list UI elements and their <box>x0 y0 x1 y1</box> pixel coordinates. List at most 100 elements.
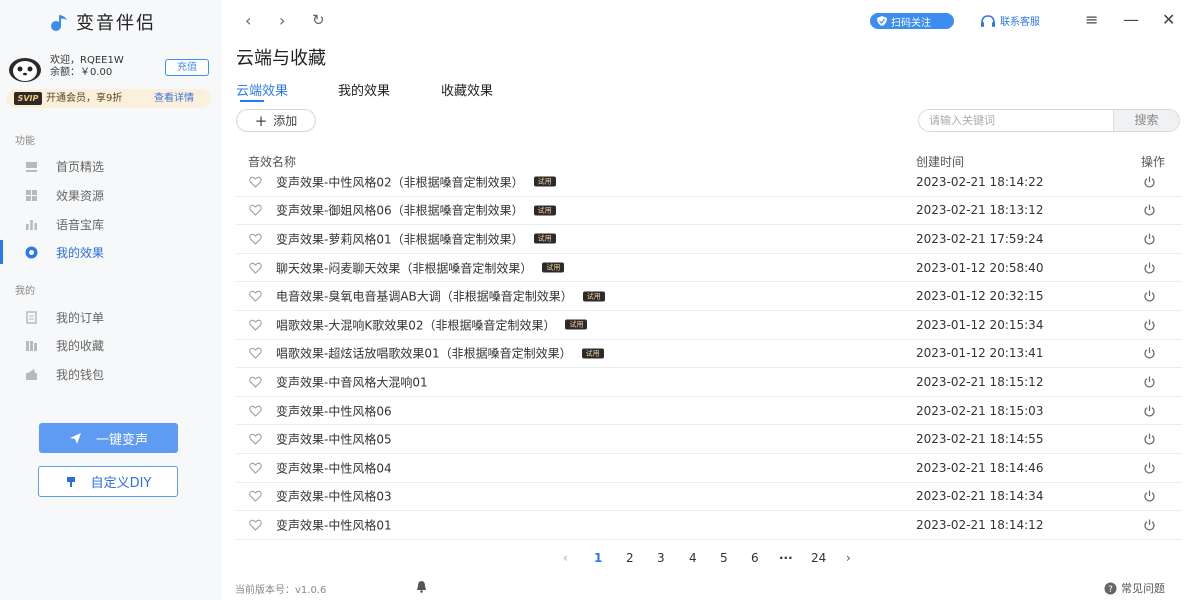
sidebar-item-resources[interactable]: 效果资源 <box>0 183 222 207</box>
favorite-heart-icon[interactable] <box>249 176 262 188</box>
recharge-button[interactable]: 充值 <box>165 59 209 76</box>
minimize-icon[interactable]: — <box>1123 10 1139 30</box>
created-time: 2023-01-12 20:15:34 <box>916 317 1044 332</box>
page-button-24[interactable]: 24 <box>811 551 826 565</box>
created-time: 2023-01-12 20:32:15 <box>916 289 1044 304</box>
power-icon[interactable] <box>1143 204 1156 217</box>
prev-page-button[interactable]: ‹ <box>563 551 568 565</box>
table-row[interactable]: 变声效果-御姐风格06（非根据嗓音定制效果） 试用 2023-02-21 18:13… <box>236 197 1182 226</box>
contact-support-label: 联系客服 <box>1000 17 1040 28</box>
add-button[interactable]: + 添加 <box>236 109 316 132</box>
power-icon[interactable] <box>1143 347 1156 360</box>
trial-badge: 试用 <box>533 176 556 187</box>
table-row[interactable]: 变声效果-萝莉风格01（非根据嗓音定制效果） 试用 2023-02-21 17:59… <box>236 225 1182 254</box>
favorite-heart-icon[interactable] <box>249 347 262 360</box>
table-row[interactable]: 聊天效果-闷麦聊天效果（非根据嗓音定制效果） 试用 2023-01-12 20:58… <box>236 254 1182 283</box>
power-icon[interactable] <box>1143 290 1156 303</box>
sidebar-item-voice-library[interactable]: 语音宝库 <box>0 212 222 236</box>
close-icon[interactable]: ✕ <box>1162 10 1175 30</box>
effect-name: 聊天效果-闷麦聊天效果（非根据嗓音定制效果） 试用 <box>276 259 565 276</box>
bell-icon[interactable] <box>415 580 428 593</box>
effect-name-text: 变声效果-御姐风格06（非根据嗓音定制效果） <box>276 203 524 218</box>
sidebar-item-my-effects[interactable]: 我的效果 <box>0 240 222 264</box>
power-icon[interactable] <box>1143 404 1156 417</box>
table-row[interactable]: 变声效果-中性风格05 2023-02-21 18:14:55 <box>236 425 1182 454</box>
tab-cloud-effects[interactable]: 云端效果 <box>236 80 288 99</box>
faq-link[interactable]: ? 常见问题 <box>1104 580 1165 596</box>
favorite-heart-icon[interactable] <box>249 519 262 531</box>
table-row[interactable]: 电音效果-臭氧电音基调AB大调（非根据嗓音定制效果） 试用 2023-01-12 2… <box>236 282 1182 311</box>
page-button-1[interactable]: 1 <box>594 551 602 565</box>
page-button-3[interactable]: 3 <box>657 551 665 565</box>
favorite-heart-icon[interactable] <box>249 319 262 331</box>
table-row[interactable]: 唱歌效果-超炫话放唱歌效果01（非根据嗓音定制效果） 试用 2023-01-12 2… <box>236 340 1182 369</box>
table-row[interactable]: 唱歌效果-大混响K歌效果02（非根据嗓音定制效果） 试用 2023-01-12 20… <box>236 311 1182 340</box>
back-icon[interactable]: ‹ <box>245 11 251 30</box>
power-icon[interactable] <box>1143 433 1156 446</box>
next-page-button[interactable]: › <box>846 551 851 565</box>
power-icon[interactable] <box>1143 375 1156 388</box>
effect-name: 变声效果-御姐风格06（非根据嗓音定制效果） 试用 <box>276 202 556 219</box>
page-button-5[interactable]: 5 <box>720 551 728 565</box>
menu-icon[interactable]: ≡ <box>1085 10 1098 30</box>
effect-name-text: 聊天效果-闷麦聊天效果（非根据嗓音定制效果） <box>276 261 533 276</box>
sidebar-item-home[interactable]: 首页精选 <box>0 154 222 178</box>
faq-label: 常见问题 <box>1121 582 1165 595</box>
effect-name-text: 唱歌效果-大混响K歌效果02（非根据嗓音定制效果） <box>276 318 556 333</box>
custom-diy-button[interactable]: 自定义DIY <box>38 466 178 497</box>
table-row[interactable]: 变声效果-中性风格04 2023-02-21 18:14:46 <box>236 454 1182 483</box>
sidebar-item-wallet[interactable]: 我的钱包 <box>0 362 222 386</box>
scan-follow-label: 扫码关注 <box>891 17 931 29</box>
table-row[interactable]: 变声效果-中性风格01 2023-02-21 18:14:12 <box>236 511 1182 540</box>
page-button-2[interactable]: 2 <box>626 551 634 565</box>
headset-icon <box>981 14 995 27</box>
one-click-voice-button[interactable]: 一键变声 <box>39 423 178 453</box>
effect-name: 变声效果-中性风格01 <box>276 516 392 533</box>
search-input[interactable] <box>919 110 1113 131</box>
refresh-icon[interactable]: ↻ <box>312 11 325 29</box>
favorite-heart-icon[interactable] <box>249 376 262 388</box>
section-title-mine: 我的 <box>15 286 35 297</box>
tab-favorite-effects[interactable]: 收藏效果 <box>441 80 493 99</box>
power-icon[interactable] <box>1143 175 1156 188</box>
sidebar-item-collections[interactable]: 我的收藏 <box>0 333 222 357</box>
power-icon[interactable] <box>1143 461 1156 474</box>
created-time: 2023-02-21 18:15:03 <box>916 403 1044 418</box>
table-row[interactable]: 变声效果-中音风格大混响01 2023-02-21 18:15:12 <box>236 368 1182 397</box>
favorite-heart-icon[interactable] <box>249 405 262 417</box>
table-row[interactable]: 变声效果-中性风格02（非根据嗓音定制效果） 试用 2023-02-21 18:14… <box>236 168 1182 197</box>
page-button-4[interactable]: 4 <box>689 551 697 565</box>
favorite-heart-icon[interactable] <box>249 290 262 302</box>
tab-my-effects[interactable]: 我的效果 <box>338 80 390 99</box>
sidebar-item-label: 我的收藏 <box>56 338 105 353</box>
favorite-heart-icon[interactable] <box>249 490 262 503</box>
sidebar-item-orders[interactable]: 我的订单 <box>0 305 222 329</box>
created-time: 2023-02-21 18:14:22 <box>916 174 1044 189</box>
favorite-heart-icon[interactable] <box>249 433 262 445</box>
page-ellipsis: ··· <box>779 551 793 565</box>
scan-follow-button[interactable]: 扫码关注 <box>870 13 954 29</box>
created-time: 2023-02-21 17:59:24 <box>916 231 1044 246</box>
search-box: 搜索 <box>918 109 1180 132</box>
power-icon[interactable] <box>1143 318 1156 331</box>
page-button-6[interactable]: 6 <box>751 551 759 565</box>
diy-icon <box>66 476 75 487</box>
target-icon <box>25 246 38 258</box>
avatar[interactable] <box>8 54 42 82</box>
power-icon[interactable] <box>1143 232 1156 245</box>
contact-support-button[interactable]: 联系客服 <box>980 13 1040 28</box>
power-icon[interactable] <box>1143 518 1156 531</box>
table-row[interactable]: 变声效果-中性风格03 2023-02-21 18:14:34 <box>236 483 1182 512</box>
power-icon[interactable] <box>1143 261 1156 274</box>
favorite-heart-icon[interactable] <box>249 204 262 217</box>
forward-icon[interactable]: › <box>279 11 285 30</box>
vip-banner[interactable]: SVIP 开通会员，享9折 查看详情 <box>6 89 211 108</box>
power-icon[interactable] <box>1143 490 1156 503</box>
favorite-heart-icon[interactable] <box>249 262 262 274</box>
search-button[interactable]: 搜索 <box>1113 110 1179 131</box>
vip-details-link[interactable]: 查看详情 <box>154 92 194 105</box>
favorite-heart-icon[interactable] <box>249 462 262 474</box>
effect-name-text: 变声效果-萝莉风格01（非根据嗓音定制效果） <box>276 232 524 247</box>
favorite-heart-icon[interactable] <box>249 233 262 245</box>
table-row[interactable]: 变声效果-中性风格06 2023-02-21 18:15:03 <box>236 397 1182 426</box>
